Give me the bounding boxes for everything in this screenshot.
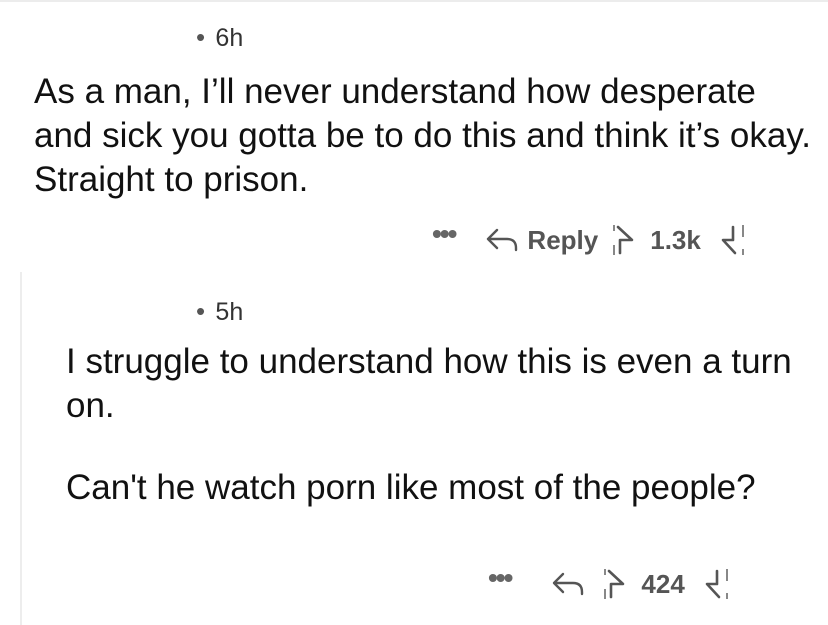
reply-comment: • 5h I struggle to understand how this is… xyxy=(22,272,828,625)
vote-score: 1.3k xyxy=(650,224,701,255)
downvote-arrow-icon xyxy=(721,225,744,255)
comment-actions: ••• Reply 1.3k xyxy=(432,220,747,260)
more-options-button[interactable]: ••• xyxy=(488,564,513,592)
more-options-button[interactable]: ••• xyxy=(432,220,457,248)
reply-label: Reply xyxy=(527,224,599,255)
comment-actions: ••• 424 xyxy=(488,564,731,604)
comment-body-paragraph: Can't he watch porn like most of the peo… xyxy=(66,468,756,507)
comment-timestamp[interactable]: 5h xyxy=(215,298,243,326)
meta-dot: • xyxy=(196,22,206,52)
reply-arrow-icon xyxy=(553,572,584,596)
comment-body: As a man, I’ll never understand how desp… xyxy=(34,72,811,199)
upvote-arrow-icon xyxy=(613,225,634,255)
upvote-arrow-icon xyxy=(604,569,625,599)
comment-timestamp[interactable]: 6h xyxy=(215,24,243,52)
comment-meta: • 6h xyxy=(196,22,244,53)
comment: • 6h As a man, I’ll never understand how … xyxy=(0,0,828,270)
comment-meta: • 5h xyxy=(196,296,244,327)
reply-button[interactable]: Reply xyxy=(485,225,598,256)
comment-body-paragraph: I struggle to understand how this is eve… xyxy=(66,342,792,425)
downvote-button[interactable] xyxy=(701,567,731,601)
comment-thread: • 6h As a man, I’ll never understand how … xyxy=(0,0,828,625)
vote-score: 424 xyxy=(641,568,685,599)
upvote-button[interactable] xyxy=(599,567,629,601)
downvote-button[interactable] xyxy=(717,223,747,257)
reply-button[interactable] xyxy=(551,571,585,597)
meta-dot: • xyxy=(196,296,206,326)
upvote-button[interactable] xyxy=(608,223,638,257)
reply-arrow-icon xyxy=(487,228,518,252)
downvote-arrow-icon xyxy=(705,569,728,599)
